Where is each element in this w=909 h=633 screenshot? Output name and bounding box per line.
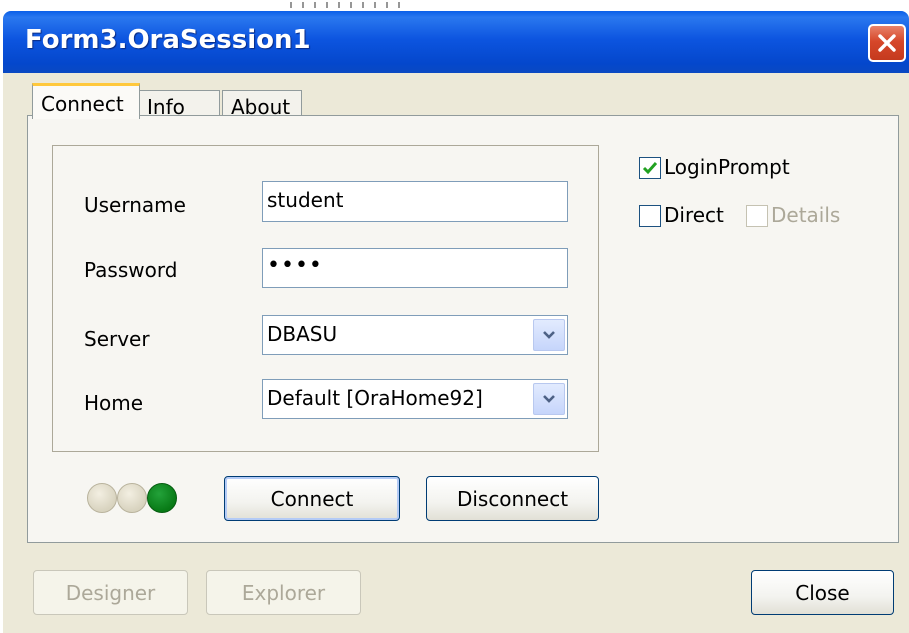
home-dropdown-button[interactable] <box>533 383 565 415</box>
tab-info[interactable]: Info <box>138 90 220 119</box>
password-label: Password <box>84 258 178 282</box>
home-value: Default [OraHome92] <box>267 386 483 410</box>
password-field[interactable]: •••• <box>262 248 568 288</box>
designer-button-label: Designer <box>65 580 156 605</box>
title-bar[interactable]: Form3.OraSession1 <box>3 11 909 73</box>
disconnect-button-label: Disconnect <box>456 486 569 511</box>
disconnect-button[interactable]: Disconnect <box>426 476 599 521</box>
tab-connect[interactable]: Connect <box>32 83 140 119</box>
status-led-1 <box>87 483 117 513</box>
connect-button[interactable]: Connect <box>224 476 400 521</box>
decorative-dots <box>290 2 400 8</box>
explorer-button-label: Explorer <box>241 580 326 605</box>
login-prompt-checkbox[interactable] <box>639 157 661 179</box>
username-field[interactable]: student <box>262 181 568 222</box>
connect-button-label: Connect <box>270 486 354 511</box>
home-dropdown[interactable]: Default [OraHome92] <box>262 379 568 419</box>
explorer-button[interactable]: Explorer <box>206 570 361 615</box>
details-checkbox[interactable] <box>746 205 768 227</box>
tab-about[interactable]: About <box>222 90 302 119</box>
title-close-button[interactable] <box>868 24 906 62</box>
username-value: student <box>267 188 344 212</box>
home-label: Home <box>84 391 144 415</box>
tab-connect-label: Connect <box>41 92 124 116</box>
server-label: Server <box>84 327 150 351</box>
username-label: Username <box>84 193 186 217</box>
server-dropdown-button[interactable] <box>533 319 565 351</box>
close-button-label: Close <box>795 580 850 605</box>
close-x-icon <box>878 34 896 52</box>
server-dropdown[interactable]: DBASU <box>262 315 568 355</box>
direct-checkbox[interactable] <box>639 205 661 227</box>
window-title: Form3.OraSession1 <box>25 25 311 55</box>
designer-button[interactable]: Designer <box>33 570 188 615</box>
direct-label: Direct <box>664 203 724 227</box>
close-button[interactable]: Close <box>751 570 894 615</box>
chevron-down-icon <box>543 331 555 339</box>
checkmark-icon <box>642 162 658 175</box>
server-value: DBASU <box>267 322 338 346</box>
password-value: •••• <box>267 253 323 278</box>
chevron-down-icon <box>543 395 555 403</box>
login-prompt-label: LoginPrompt <box>664 155 790 179</box>
status-led-3 <box>147 483 177 513</box>
status-led-2 <box>117 483 147 513</box>
details-label: Details <box>771 203 841 227</box>
